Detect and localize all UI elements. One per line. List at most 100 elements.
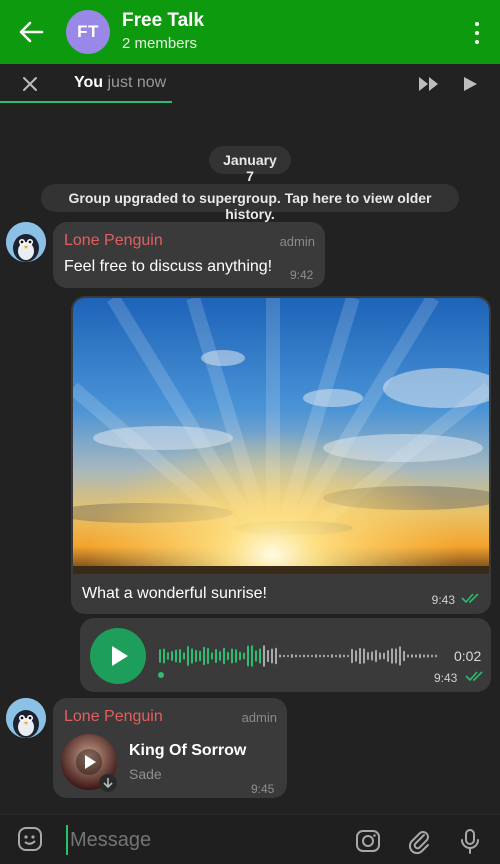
waveform-bar	[159, 649, 161, 663]
close-icon[interactable]	[20, 74, 40, 94]
camera-icon[interactable]	[354, 827, 382, 855]
waveform-bar	[431, 654, 433, 658]
admin-badge: admin	[279, 234, 315, 249]
waveform-bar	[191, 648, 193, 664]
waveform-bar	[223, 647, 225, 665]
waveform-bar	[199, 650, 201, 662]
waveform-bar	[339, 654, 341, 658]
waveform-bar	[227, 651, 229, 661]
waveform-bar	[247, 645, 249, 667]
message-time: 9:42	[290, 268, 314, 282]
microphone-icon[interactable]	[456, 827, 484, 855]
waveform-bar	[399, 646, 401, 666]
waveform-bar	[275, 647, 277, 665]
waveform-bar	[363, 648, 365, 664]
waveform-bar	[207, 647, 209, 665]
waveform-bar	[215, 649, 217, 663]
waveform-bar	[375, 649, 377, 663]
date-separator: January 7	[209, 146, 291, 184]
message-time: 9:43	[431, 593, 455, 607]
story-info[interactable]: You just now	[74, 74, 166, 92]
waveform-bar	[335, 654, 337, 658]
waveform-bar	[319, 654, 321, 658]
waveform-bar	[287, 654, 289, 658]
more-vert-icon[interactable]	[474, 22, 480, 44]
waveform-bar	[283, 654, 285, 658]
sender-avatar[interactable]	[6, 222, 46, 262]
group-avatar-initials: FT	[77, 22, 99, 41]
waveform-bar	[403, 650, 405, 662]
waveform-bar	[307, 654, 309, 658]
story-bar: You just now	[0, 64, 500, 104]
waveform-bar	[415, 654, 417, 658]
message-bubble[interactable]: Lone Penguin admin Feel free to discuss …	[53, 222, 325, 288]
chat-title[interactable]: Free Talk	[122, 10, 204, 32]
double-check-icon	[465, 671, 483, 682]
play-icon[interactable]	[462, 76, 478, 92]
waveform-bar	[291, 654, 293, 658]
voice-play-button[interactable]	[90, 628, 146, 684]
message-list[interactable]: January 7 Group upgraded to supergroup. …	[0, 104, 500, 814]
waveform-bar	[315, 654, 317, 658]
penguin-icon	[6, 698, 46, 738]
sunrise-photo[interactable]	[73, 298, 489, 574]
waveform-bar	[419, 653, 421, 659]
waveform-bar	[347, 654, 349, 658]
message-time: 9:45	[251, 782, 275, 796]
group-avatar[interactable]: FT	[66, 10, 110, 54]
arrow-left-icon[interactable]	[18, 20, 44, 44]
voice-duration: 0:02	[454, 648, 482, 664]
message-input-bar	[0, 814, 500, 864]
waveform[interactable]	[158, 642, 444, 670]
waveform-bar	[203, 646, 205, 666]
waveform-bar	[219, 651, 221, 661]
sender-name[interactable]: Lone Penguin	[64, 708, 163, 726]
waveform-bar	[295, 654, 297, 658]
unplayed-dot	[158, 672, 164, 678]
music-message[interactable]: Lone Penguin admin King Of Sorrow Sade 9…	[53, 698, 287, 798]
waveform-bar	[367, 652, 369, 660]
waveform-bar	[163, 648, 165, 664]
fast-forward-icon[interactable]	[418, 76, 440, 92]
system-message[interactable]: Group upgraded to supergroup. Tap here t…	[41, 184, 459, 222]
story-author: You	[74, 74, 104, 91]
chat-screen: FT Free Talk 2 members You just now Janu…	[0, 0, 500, 864]
waveform-bar	[407, 654, 409, 658]
waveform-bar	[391, 648, 393, 664]
waveform-bar	[251, 645, 253, 667]
message-time: 9:43	[434, 671, 458, 685]
waveform-bar	[331, 654, 333, 658]
track-title: King Of Sorrow	[129, 742, 247, 759]
waveform-bar	[343, 654, 345, 658]
download-icon[interactable]	[99, 774, 117, 792]
waveform-bar	[263, 645, 265, 667]
waveform-bar	[327, 654, 329, 658]
story-time: just now	[107, 74, 167, 91]
message-input[interactable]	[66, 825, 336, 855]
waveform-bar	[379, 652, 381, 660]
waveform-bar	[387, 650, 389, 662]
waveform-bar	[211, 652, 213, 660]
sender-avatar[interactable]	[6, 698, 46, 738]
chat-header: FT Free Talk 2 members	[0, 0, 500, 64]
voice-message[interactable]: 0:02 9:43	[80, 618, 491, 692]
waveform-bar	[279, 654, 281, 658]
waveform-bar	[267, 649, 269, 663]
waveform-bar	[243, 652, 245, 660]
sticker-emoji-icon[interactable]	[16, 825, 44, 853]
waveform-bar	[359, 647, 361, 665]
paperclip-icon[interactable]	[405, 827, 433, 855]
waveform-bar	[411, 654, 413, 658]
story-progress	[0, 101, 172, 103]
waveform-bar	[303, 654, 305, 658]
waveform-bar	[351, 648, 353, 664]
waveform-bar	[183, 652, 185, 660]
waveform-bar	[423, 654, 425, 658]
member-count: 2 members	[122, 35, 198, 52]
photo-message[interactable]: What a wonderful sunrise! 9:43	[71, 296, 491, 614]
waveform-bar	[179, 648, 181, 664]
waveform-bar	[271, 648, 273, 664]
waveform-bar	[235, 649, 237, 663]
sender-name[interactable]: Lone Penguin	[64, 232, 163, 250]
waveform-bar	[171, 651, 173, 661]
